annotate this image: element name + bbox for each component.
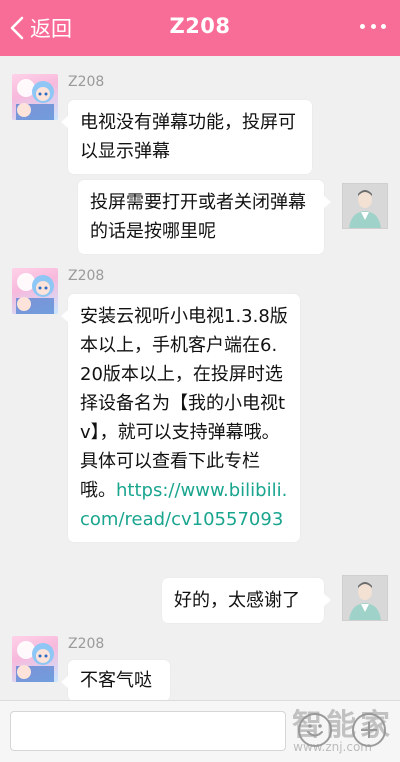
message-bubble[interactable]: 投屏需要打开或者关闭弹幕的话是按哪里呢 [78, 180, 331, 254]
avatar[interactable] [342, 575, 388, 621]
more-menu-icon[interactable] [360, 24, 386, 32]
avatar[interactable] [12, 74, 58, 120]
watermark-site: www.znj.com [293, 740, 372, 754]
sender-name: Z208 [68, 74, 105, 90]
avatar[interactable] [12, 636, 58, 682]
sender-name: Z208 [68, 636, 105, 652]
message-text: 安装云视听小电视1.3.8版本以上，手机客户端在6.20版本以上，在投屏时选择设… [80, 306, 288, 501]
page-title: Z208 [169, 14, 231, 38]
top-bar: 返回 Z208 [0, 0, 400, 56]
message-bubble[interactable]: 电视没有弹幕功能，投屏可以显示弹幕 [61, 100, 312, 174]
message-bubble[interactable]: 安装云视听小电视1.3.8版本以上，手机客户端在6.20版本以上，在投屏时选择设… [61, 294, 300, 542]
message-bubble[interactable]: 不客气哒 [61, 660, 170, 701]
message-bubble[interactable]: 好的，太感谢了 [162, 578, 331, 623]
watermark-logo: 智能家 [292, 708, 394, 743]
avatar[interactable] [12, 268, 58, 314]
sender-name: Z208 [68, 268, 105, 284]
message-input[interactable] [10, 711, 286, 751]
avatar[interactable] [342, 183, 388, 229]
